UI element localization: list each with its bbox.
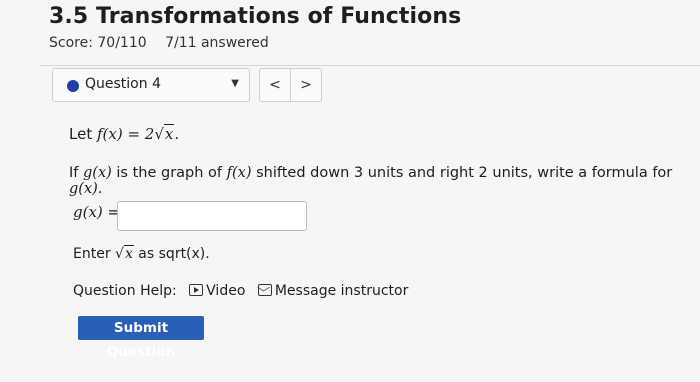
sqrt-expression: √x (154, 124, 175, 143)
answer-label: g(x) = (73, 203, 120, 221)
video-link-label: Video (206, 283, 246, 299)
hint-sqrt-expression: √x (115, 245, 134, 262)
question-navigation: Question 4 ▼ < > (52, 68, 332, 102)
problem-statement: If g(x) is the graph of f(x) shifted dow… (69, 165, 700, 197)
answer-label-math: g(x) (73, 203, 103, 221)
statement-period: . (97, 181, 103, 197)
question-select[interactable]: Question 4 ▼ (52, 68, 250, 102)
hint-rest-text: as sqrt(x). (133, 246, 210, 262)
question-select-label: Question 4 (85, 76, 161, 92)
hint-enter-text: Enter (73, 246, 116, 262)
next-question-button[interactable]: > (290, 68, 322, 102)
submit-question-button[interactable]: Submit Question (78, 316, 204, 360)
question-help-label: Question Help: (73, 283, 177, 299)
sqrt-radicand: x (163, 124, 175, 143)
if-text: If (69, 165, 83, 181)
g-of-x-math-2: g(x) (69, 181, 98, 197)
f-of-x-math: f(x) (226, 165, 252, 181)
function-definition: Let f(x) = 2√x. (69, 124, 180, 143)
let-text: Let (69, 125, 97, 143)
message-instructor-label: Message instructor (274, 283, 409, 299)
video-link[interactable]: Video (189, 283, 245, 299)
score-line: Score: 70/110 7/11 answered (49, 35, 269, 51)
input-hint: Enter √x as sqrt(x). (73, 245, 210, 262)
video-icon (189, 284, 204, 296)
previous-question-button[interactable]: < (259, 68, 291, 102)
graph-of-text: is the graph of (111, 165, 227, 181)
page-title: 3.5 Transformations of Functions (49, 4, 462, 29)
hint-sqrt-symbol-icon: √ (115, 246, 124, 262)
dropdown-caret-icon: ▼ (231, 78, 239, 89)
envelope-icon (257, 283, 272, 296)
header-divider (40, 65, 700, 66)
answered-count: 7/11 answered (165, 35, 269, 51)
answer-input[interactable] (117, 201, 307, 231)
definition-period: . (174, 125, 180, 143)
score-text: Score: 70/110 (49, 35, 147, 51)
f-definition-math: f(x) = 2 (96, 125, 155, 143)
hint-sqrt-radicand: x (123, 245, 134, 262)
message-instructor-link[interactable]: Message instructor (257, 283, 409, 299)
question-help: Question Help: Video Message instructor (73, 283, 408, 299)
sqrt-symbol-icon: √ (154, 125, 164, 143)
g-of-x-math: g(x) (83, 165, 112, 181)
shift-text: shifted down 3 units and right 2 units, … (251, 165, 673, 181)
question-status-dot-icon (67, 80, 79, 92)
